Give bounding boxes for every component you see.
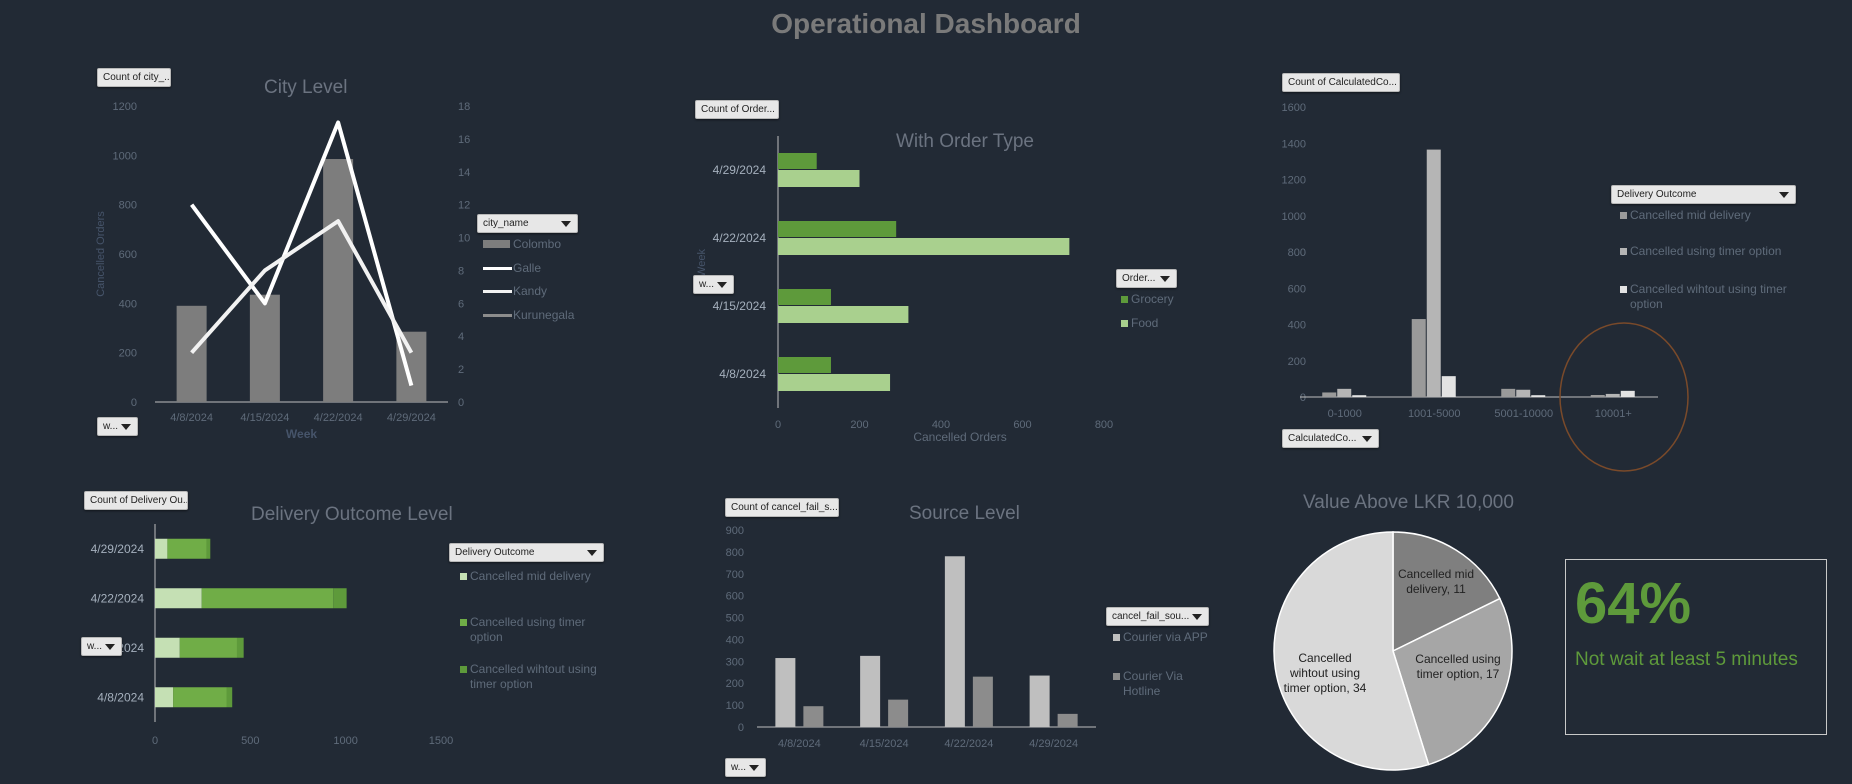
chevron-down-icon [1362, 436, 1372, 442]
pie-label-1: Cancelled mid delivery, 11 [1398, 567, 1474, 596]
x-tick-label: 1001-5000 [1408, 408, 1461, 420]
value-bucket-filter-label: CalculatedCo... [1288, 433, 1357, 444]
legend-swatch-courier-app [1113, 634, 1120, 641]
y-tick-label: 0 [1300, 392, 1306, 404]
bar-2 [1337, 388, 1352, 397]
bar-3 [1441, 376, 1456, 397]
y-tick-label: 1400 [1282, 138, 1306, 150]
source-week-filter-label: w... [731, 762, 747, 773]
y-tick-label: 700 [726, 569, 744, 581]
bar-3 [1531, 395, 1546, 397]
chevron-down-icon [749, 765, 759, 771]
y-tick-label: 0 [738, 722, 744, 734]
legend-timer: Cancelled using timer option [1630, 244, 1782, 258]
y-tick-label: 1200 [1282, 175, 1306, 187]
bar-1 [1501, 388, 1516, 397]
y-tick-label: 200 [1288, 356, 1306, 368]
bar-2 [888, 699, 909, 727]
bar-2 [972, 676, 993, 727]
y-tick-label: 300 [726, 656, 744, 668]
x-tick-label: 5001-10000 [1494, 408, 1553, 420]
value-pie-chart: Cancelled mid delivery, 11 Cancelled using… [1273, 531, 1513, 771]
kpi-value: 64% [1575, 571, 1692, 636]
value-bucket-filter[interactable]: CalculatedCo... [1282, 429, 1379, 448]
bar-2 [1605, 393, 1620, 397]
bar-2 [1057, 713, 1078, 727]
chevron-down-icon [1779, 192, 1789, 198]
y-tick-label: 1600 [1282, 102, 1306, 114]
kpi-text: Not wait at least 5 minutes [1575, 649, 1798, 670]
y-tick-label: 900 [726, 525, 744, 537]
bar-1 [1590, 395, 1605, 397]
bar-2 [803, 706, 824, 727]
y-tick-label: 800 [726, 547, 744, 559]
source-level-chart: 0 100 200 300 400 500 600 700 800 900 4/8/2024 4/15… [726, 525, 1096, 750]
legend-swatch-courier-hotline [1113, 673, 1120, 680]
legend-swatch-mid-delivery [1620, 212, 1627, 219]
chevron-down-icon [1192, 614, 1202, 620]
y-tick-label: 200 [726, 678, 744, 690]
source-filter-label: cancel_fail_sou... [1112, 611, 1190, 622]
y-tick-label: 800 [1288, 247, 1306, 259]
x-tick-label: 4/22/2024 [944, 738, 993, 750]
x-tick-label: 4/15/2024 [860, 738, 909, 750]
pie-label-2: Cancelled using timer option, 17 [1415, 652, 1500, 681]
y-tick-label: 600 [1288, 283, 1306, 295]
legend-courier-app: Courier via APP [1123, 630, 1208, 644]
bar-1 [944, 556, 965, 727]
bar-1 [1029, 675, 1050, 727]
kpi-card: 64% Not wait at least 5 minutes [1565, 559, 1827, 735]
bar-1 [1322, 392, 1337, 397]
legend-courier-hotline: Courier Via Hotline [1123, 669, 1183, 698]
legend-swatch-timer [1620, 248, 1627, 255]
pie-chart-title: Value Above LKR 10,000 [1303, 492, 1514, 513]
x-tick-label: 4/29/2024 [1029, 738, 1078, 750]
bar-3 [1620, 390, 1635, 397]
value-outcome-filter[interactable]: Delivery Outcome [1611, 185, 1796, 204]
bar-3 [1352, 395, 1367, 397]
y-tick-label: 600 [726, 591, 744, 603]
bar-1 [860, 655, 881, 727]
value-outcome-filter-label: Delivery Outcome [1617, 189, 1697, 200]
y-tick-label: 400 [1288, 320, 1306, 332]
bar-1 [1411, 319, 1426, 397]
x-tick-label: 10001+ [1595, 408, 1632, 420]
legend-mid-delivery: Cancelled mid delivery [1630, 208, 1751, 222]
source-week-filter[interactable]: w... [725, 758, 766, 777]
y-tick-label: 400 [726, 634, 744, 646]
y-tick-label: 100 [726, 700, 744, 712]
source-filter[interactable]: cancel_fail_sou... [1106, 607, 1209, 626]
legend-without-timer: Cancelled wihtout using timer option [1630, 282, 1787, 311]
x-tick-label: 0-1000 [1328, 408, 1362, 420]
bar-2 [1516, 389, 1531, 397]
legend-swatch-without-timer [1620, 286, 1627, 293]
y-tick-label: 500 [726, 613, 744, 625]
bar-1 [775, 658, 796, 727]
bar-2 [1426, 149, 1441, 397]
x-tick-label: 4/8/2024 [778, 738, 821, 750]
y-tick-label: 1000 [1282, 211, 1306, 223]
